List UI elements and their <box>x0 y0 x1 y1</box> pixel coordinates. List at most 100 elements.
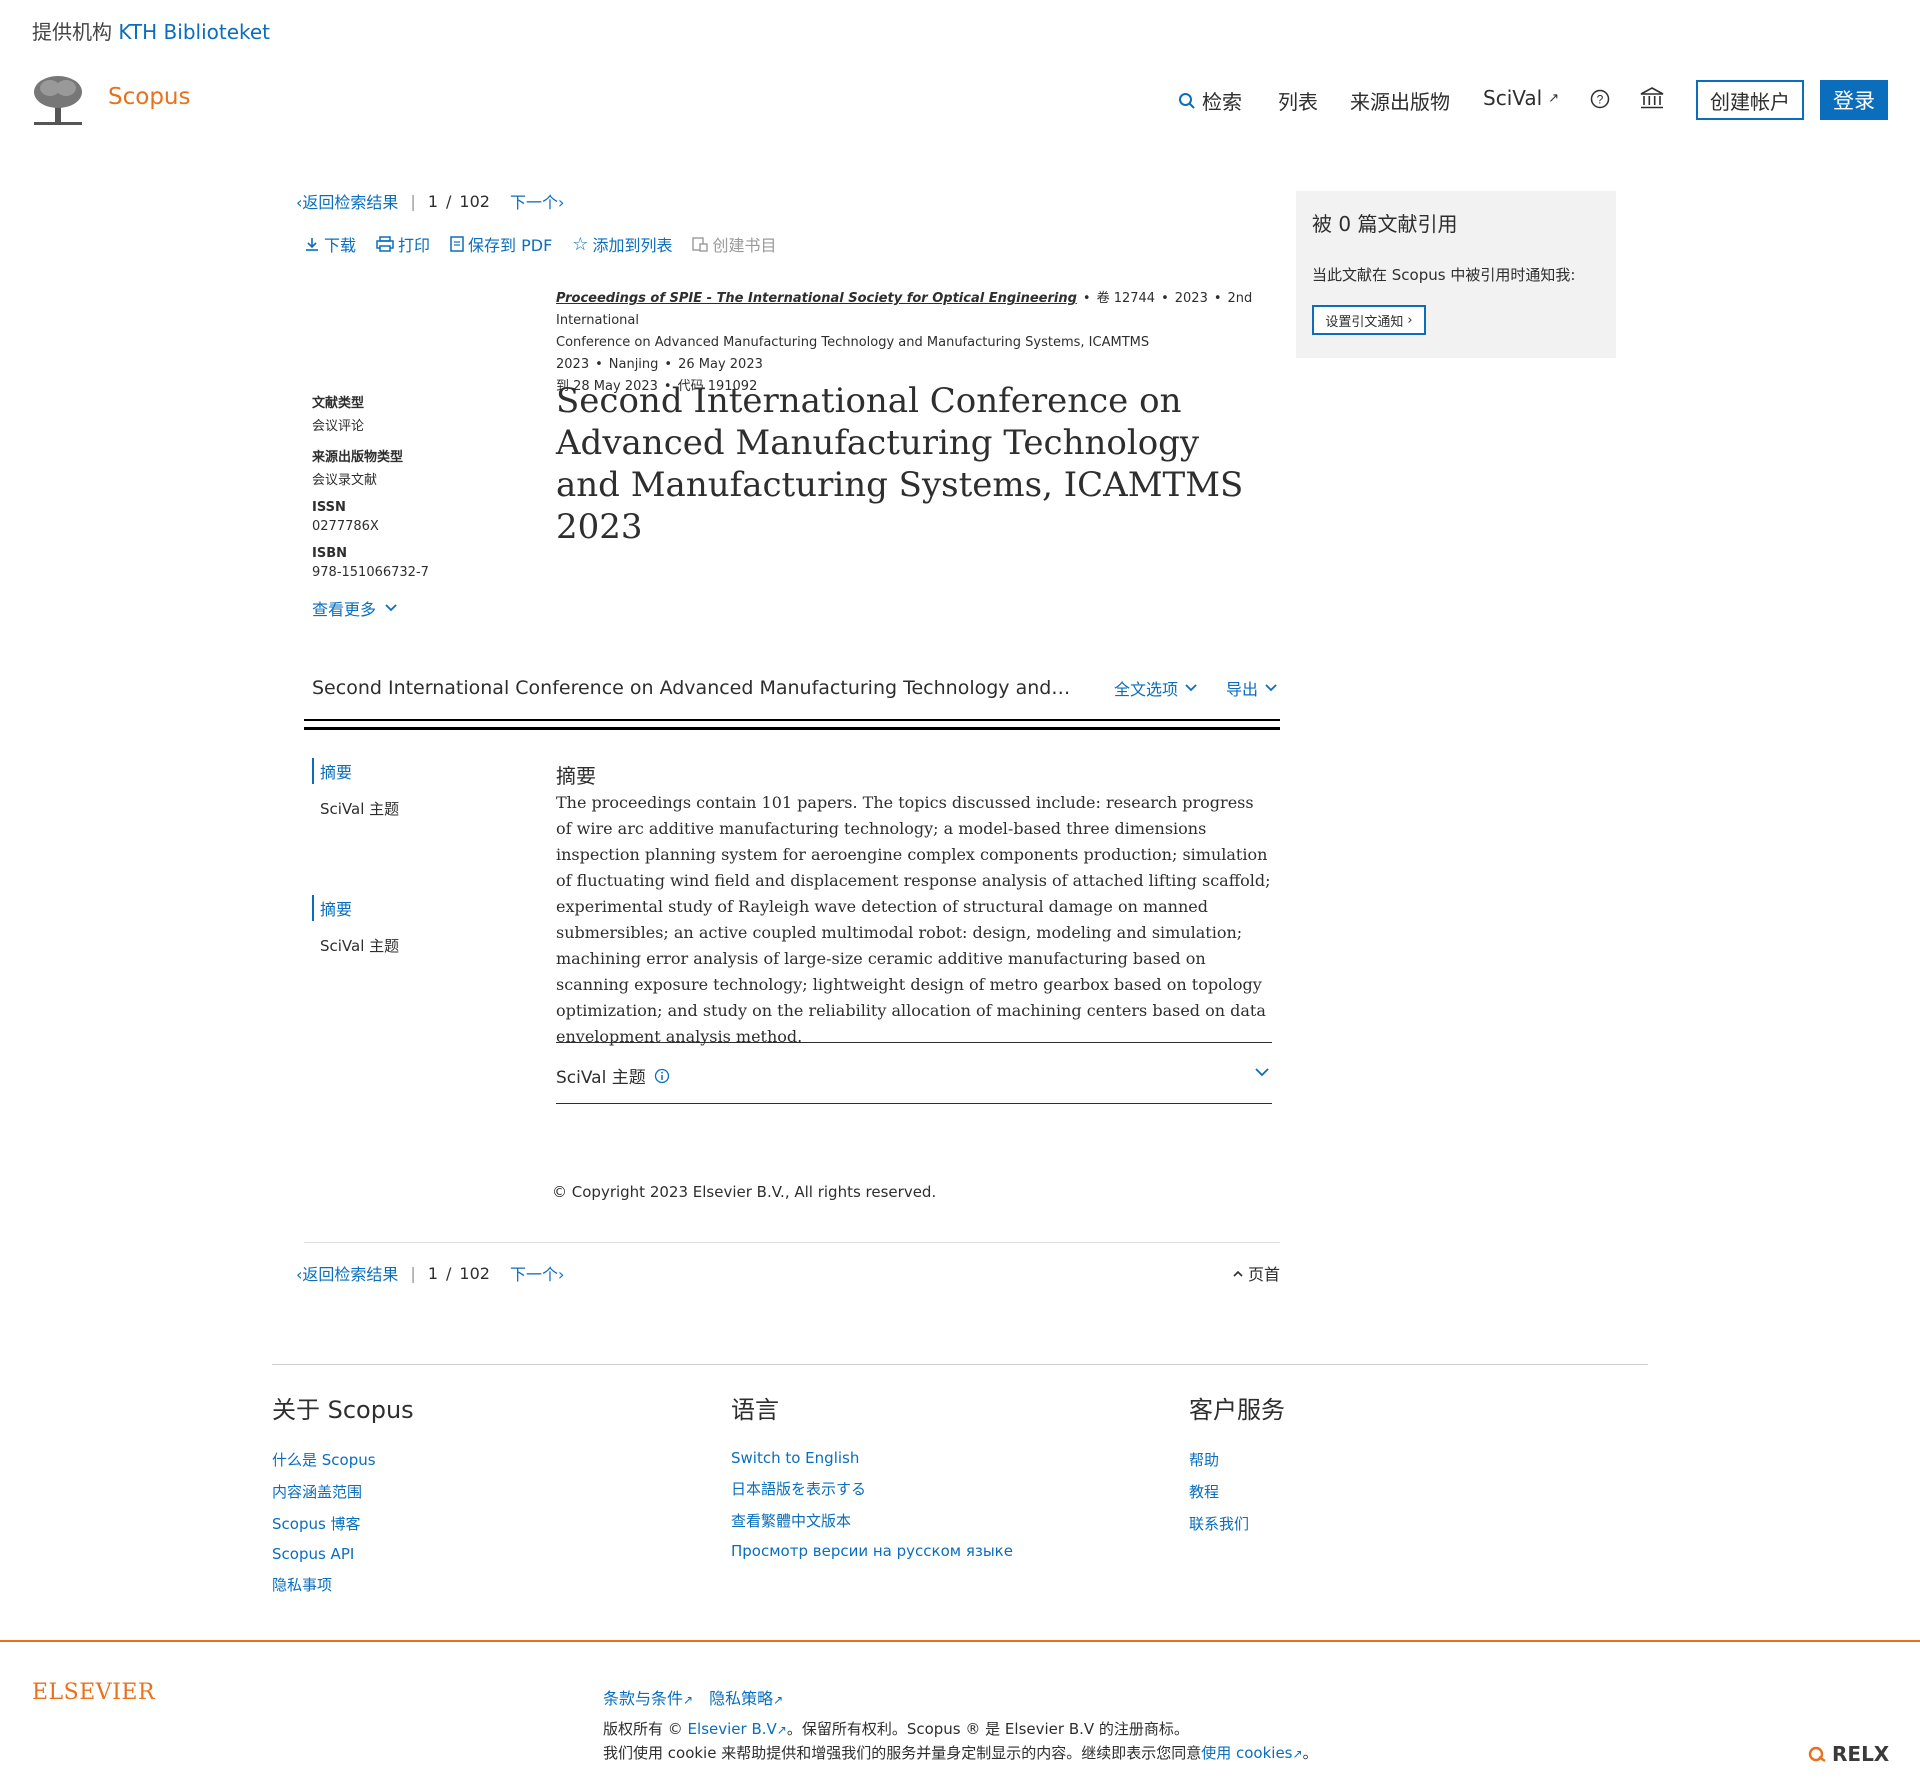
footer-link-contact-us[interactable]: 联系我们 <box>1189 1513 1285 1534</box>
abstract-text: The proceedings contain 101 papers. The … <box>556 793 1271 1046</box>
back-to-results-link[interactable]: ‹返回检索结果 <box>296 1261 398 1285</box>
download-button[interactable]: 下载 <box>304 232 356 256</box>
set-citation-alert-button[interactable]: 设置引文通知 › <box>1312 305 1426 335</box>
create-bibliography-label: 创建书目 <box>712 236 777 255</box>
footer-link-traditional-chinese[interactable]: 查看繁體中文版本 <box>731 1510 1013 1531</box>
footer-link-scopus-api[interactable]: Scopus API <box>272 1545 414 1563</box>
separator-dot: • <box>1161 291 1169 306</box>
create-account-button[interactable]: 创建帐户 <box>1696 80 1804 120</box>
divider: | <box>410 191 416 211</box>
nav-scival[interactable]: SciVal ↗ <box>1483 86 1559 110</box>
divider: | <box>410 1263 416 1283</box>
footer-link-japanese[interactable]: 日本語版を表示する <box>731 1478 1013 1499</box>
journal-title-link[interactable]: Proceedings of SPIE - The International … <box>556 291 1077 306</box>
nav-lists[interactable]: 列表 <box>1278 86 1318 115</box>
footer-link-scopus-blog[interactable]: Scopus 博客 <box>272 1513 414 1534</box>
footer-service-heading: 客户服务 <box>1189 1396 1285 1424</box>
next-result-link[interactable]: 下一个› <box>510 189 564 213</box>
relx-label: RELX <box>1832 1742 1890 1766</box>
footer-link-tutorials[interactable]: 教程 <box>1189 1481 1285 1502</box>
isbn-value: 978-151066732-7 <box>312 565 429 580</box>
citation-alert-note: 当此文献在 Scopus 中被引用时通知我: <box>1312 266 1576 284</box>
terms-label: 条款与条件 <box>603 1689 684 1708</box>
document-navigation-bottom: ‹返回检索结果 | 1 / 102 下一个› <box>296 1261 564 1285</box>
institution-prefix: 提供机构 <box>32 20 112 44</box>
back-to-results-label: 返回检索结果 <box>302 193 399 212</box>
add-to-list-button[interactable]: ☆ 添加到列表 <box>572 232 672 256</box>
doc-type-label: 文献类型 <box>312 396 365 411</box>
doc-type-value: 会议评论 <box>312 419 365 434</box>
toc-scival-link[interactable]: SciVal 主题 <box>312 935 399 956</box>
relx-logo[interactable]: RELX <box>1808 1742 1889 1766</box>
conference-start-date: 26 May 2023 <box>678 357 763 372</box>
toc-scival-link[interactable]: SciVal 主题 <box>312 798 399 819</box>
total-results-number: 102 <box>459 191 490 211</box>
result-slash: / <box>446 191 452 211</box>
toc-abstract-label: 摘要 <box>320 763 353 782</box>
export-dropdown[interactable]: 导出 <box>1226 676 1278 700</box>
back-to-top-link[interactable]: 页首 <box>1232 1261 1280 1285</box>
elsevier-bv-link[interactable]: Elsevier B.V↗ <box>688 1720 787 1738</box>
use-cookies-label: 使用 cookies <box>1201 1744 1293 1762</box>
elsevier-tree-logo-icon[interactable] <box>30 74 86 126</box>
use-cookies-link[interactable]: 使用 cookies↗ <box>1201 1744 1302 1762</box>
print-button[interactable]: 打印 <box>376 232 430 256</box>
footer-link-what-is-scopus[interactable]: 什么是 Scopus <box>272 1449 414 1470</box>
institution-name-link[interactable]: KTH Biblioteket <box>118 20 270 44</box>
chevron-right-icon: › <box>557 193 565 212</box>
cookie-prefix: 我们使用 cookie 来帮助提供和增强我们的服务并量身定制显示的内容。继续即表… <box>603 1744 1202 1762</box>
chevron-down-icon <box>385 604 397 612</box>
info-icon[interactable] <box>654 1068 670 1084</box>
footer-language-heading: 语言 <box>731 1396 779 1424</box>
scopus-logo[interactable]: Scopus <box>108 84 190 110</box>
active-indicator <box>312 895 314 921</box>
isbn-label: ISBN <box>312 546 347 561</box>
footer-link-help[interactable]: 帮助 <box>1189 1449 1285 1470</box>
toc-abstract-link[interactable]: 摘要 <box>312 758 399 784</box>
nav-search[interactable]: 检索 <box>1178 86 1242 115</box>
save-pdf-button[interactable]: 保存到 PDF <box>450 232 552 256</box>
active-indicator <box>312 758 314 784</box>
institution-icon[interactable] <box>1640 87 1664 109</box>
document-toolbar: 下载 打印 保存到 PDF ☆ 添加到列表 创建书目 <box>304 232 776 256</box>
section-navigation: 摘要 SciVal 主题 <box>312 895 399 956</box>
footer-link-privacy-matters[interactable]: 隐私事项 <box>272 1574 414 1595</box>
footer-link-english[interactable]: Switch to English <box>731 1449 1013 1467</box>
download-icon <box>306 238 318 251</box>
help-icon[interactable]: ? <box>1590 89 1610 109</box>
copyright-prefix: 版权所有 © <box>603 1720 688 1738</box>
save-pdf-label: 保存到 PDF <box>468 236 553 255</box>
print-label: 打印 <box>398 236 431 255</box>
divider <box>304 719 1280 721</box>
privacy-policy-link[interactable]: 隐私策略↗ <box>709 1685 783 1709</box>
cited-by-title: 被 0 篇文献引用 <box>1312 212 1458 236</box>
search-icon <box>1179 92 1195 109</box>
separator-dot: • <box>1082 291 1091 306</box>
footer-about-column: 关于 Scopus 什么是 Scopus 内容涵盖范围 Scopus 博客 Sc… <box>272 1390 414 1606</box>
next-result-link[interactable]: 下一个› <box>510 1261 564 1285</box>
create-bibliography-button[interactable]: 创建书目 <box>692 232 776 256</box>
scival-topics-header[interactable]: SciVal 主题 <box>556 1063 670 1088</box>
divider <box>304 1242 1280 1243</box>
full-text-options-dropdown[interactable]: 全文选项 <box>1114 676 1198 700</box>
separator-dot: • <box>664 357 673 372</box>
footer-link-content-coverage[interactable]: 内容涵盖范围 <box>272 1481 414 1502</box>
abstract-heading: 摘要 <box>556 764 596 788</box>
conference-location: Nanjing <box>608 357 659 372</box>
footer-link-russian[interactable]: Просмотр версии на русском языке <box>731 1542 1013 1560</box>
back-to-results-link[interactable]: ‹返回检索结果 <box>296 189 398 213</box>
issn-label: ISSN <box>312 500 346 515</box>
sticky-document-title: Second International Conference on Advan… <box>312 677 1071 699</box>
login-button[interactable]: 登录 <box>1820 80 1888 120</box>
toc-abstract-link[interactable]: 摘要 <box>312 895 399 921</box>
chevron-right-icon: › <box>557 1265 565 1284</box>
terms-link[interactable]: 条款与条件↗ <box>603 1685 693 1709</box>
nav-sources[interactable]: 来源出版物 <box>1350 86 1450 115</box>
external-link-icon: ↗ <box>1292 1747 1303 1761</box>
elsevier-bv-label: Elsevier B.V <box>687 1720 777 1738</box>
chevron-down-icon[interactable] <box>1254 1066 1270 1078</box>
see-more-button[interactable]: 查看更多 <box>312 596 512 620</box>
legal-links: 条款与条件↗ 隐私策略↗ <box>603 1685 783 1709</box>
section-navigation: 摘要 SciVal 主题 <box>312 758 399 819</box>
elsevier-logo[interactable]: ELSEVIER <box>32 1680 155 1705</box>
